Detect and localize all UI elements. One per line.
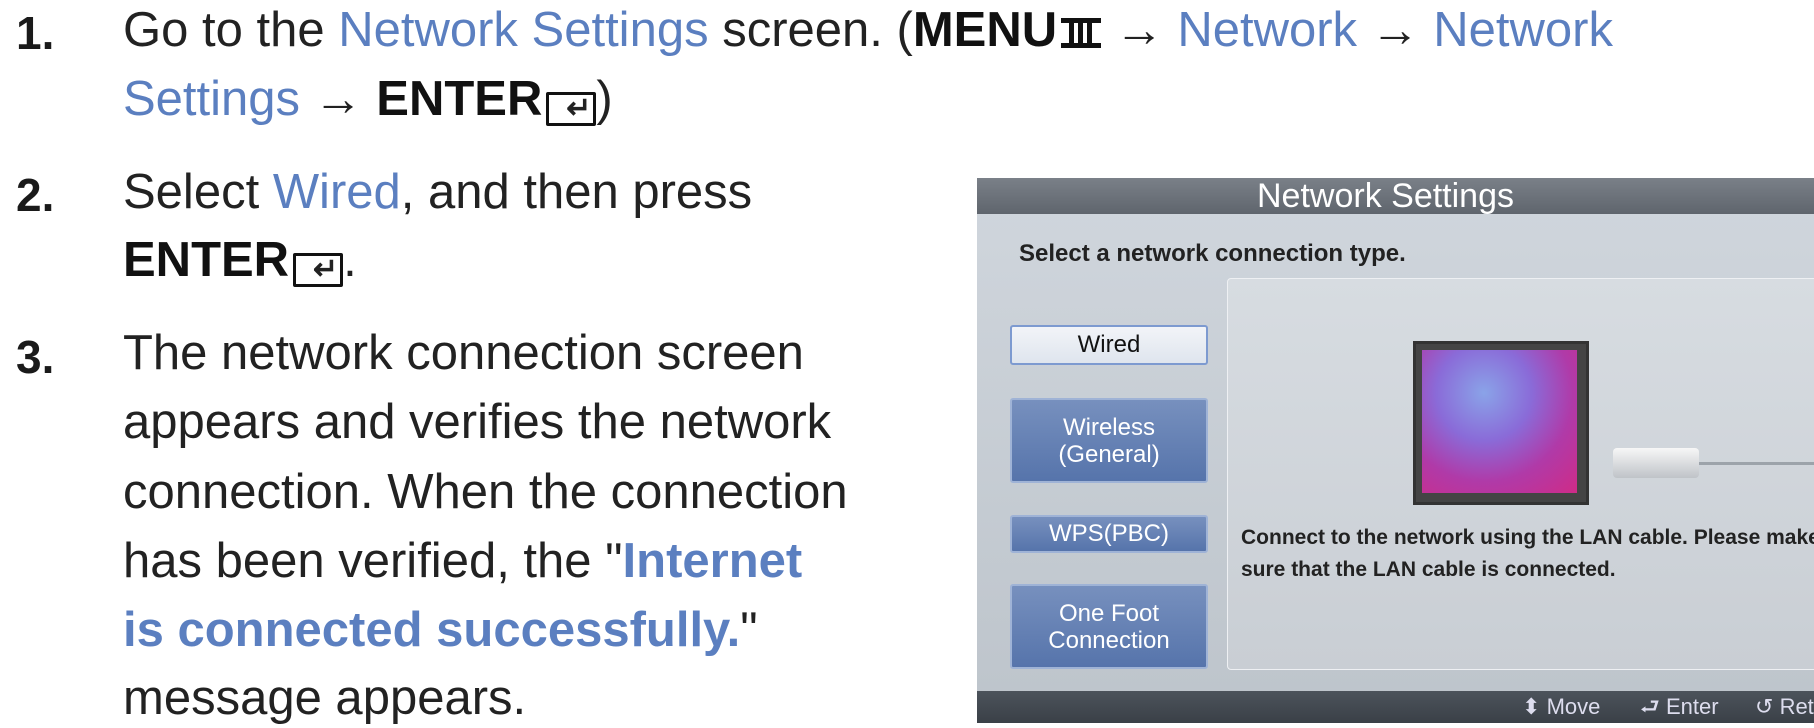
text: )	[596, 72, 613, 126]
success-message-text: is connected successfully.	[123, 603, 741, 657]
text: , and then press	[400, 165, 753, 219]
enter-hint: ⮐ Enter	[1640, 694, 1719, 719]
lan-cable-icon	[1613, 448, 1699, 478]
text: has been verified, the "	[123, 534, 623, 588]
one-foot-connection-button[interactable]: One Foot Connection	[1010, 584, 1208, 669]
step-text-line: ENTER ↵.	[123, 230, 357, 290]
arrow: →	[300, 72, 377, 126]
tv-icon	[1413, 341, 1589, 505]
text: .	[343, 233, 357, 287]
text: Select	[123, 165, 273, 219]
arrow: →	[1357, 3, 1434, 57]
lan-cable-wire	[1699, 462, 1814, 465]
enter-icon: ↵	[293, 253, 344, 287]
menu-label: MENU	[912, 3, 1058, 57]
screen-title: Network Settings	[977, 178, 1814, 214]
footer-bar: ⬍ Move ⮐ Enter ↺ Return	[977, 691, 1814, 723]
wired-link: Wired	[272, 165, 401, 219]
message-line: Connect to the network using the LAN cab…	[1241, 526, 1814, 549]
text: screen. (	[708, 3, 913, 57]
menu-icon	[1061, 18, 1102, 48]
wired-button[interactable]: Wired	[1010, 325, 1208, 365]
success-message-text: Internet	[622, 534, 803, 588]
step-text-line: is connected successfully."	[123, 600, 758, 660]
step-number: 3.	[16, 331, 55, 383]
step-text-line: Select Wired, and then press	[123, 162, 752, 222]
arrow: →	[1101, 3, 1178, 57]
wps-pbc-button[interactable]: WPS(PBC)	[1010, 515, 1208, 553]
settings-link: Settings	[123, 72, 301, 126]
step-text-line: Settings → ENTER ↵)	[123, 69, 613, 129]
wireless-general-button[interactable]: Wireless (General)	[1010, 398, 1208, 483]
step-text-line: has been verified, the "Internet	[123, 531, 802, 591]
text: "	[740, 603, 758, 657]
step-text-line: message appears.	[123, 671, 527, 725]
network-settings-link: Network Settings	[338, 3, 709, 57]
step-number: 1.	[16, 7, 55, 59]
move-hint: ⬍ Move	[1522, 694, 1601, 719]
network-link: Network	[1177, 3, 1358, 57]
enter-icon: ↵	[546, 92, 597, 126]
network-link: Network	[1433, 3, 1613, 57]
message-line: sure that the LAN cable is connected.	[1241, 558, 1616, 581]
step-number: 2.	[16, 169, 55, 221]
return-icon: ↺	[1755, 694, 1774, 719]
step-text-line: The network connection screen	[123, 326, 804, 380]
enter-label: ENTER	[376, 72, 543, 126]
enter-icon: ⮐	[1640, 694, 1660, 719]
text: Go to the	[123, 3, 339, 57]
network-settings-screen: Network Settings Select a network connec…	[977, 178, 1814, 723]
screen-subtitle: Select a network connection type.	[1019, 240, 1406, 267]
screen-title-text: Network Settings	[1257, 178, 1514, 215]
step-text-line: appears and verifies the network	[123, 395, 832, 449]
enter-label: ENTER	[123, 233, 290, 287]
step-text-line: Go to the Network Settings screen. (MENU…	[123, 0, 1613, 60]
step-text-line: connection. When the connection	[123, 465, 848, 519]
return-hint: ↺ Return	[1755, 694, 1814, 719]
connection-message: Connect to the network using the LAN cab…	[1241, 522, 1814, 586]
updown-arrow-icon: ⬍	[1522, 694, 1541, 719]
